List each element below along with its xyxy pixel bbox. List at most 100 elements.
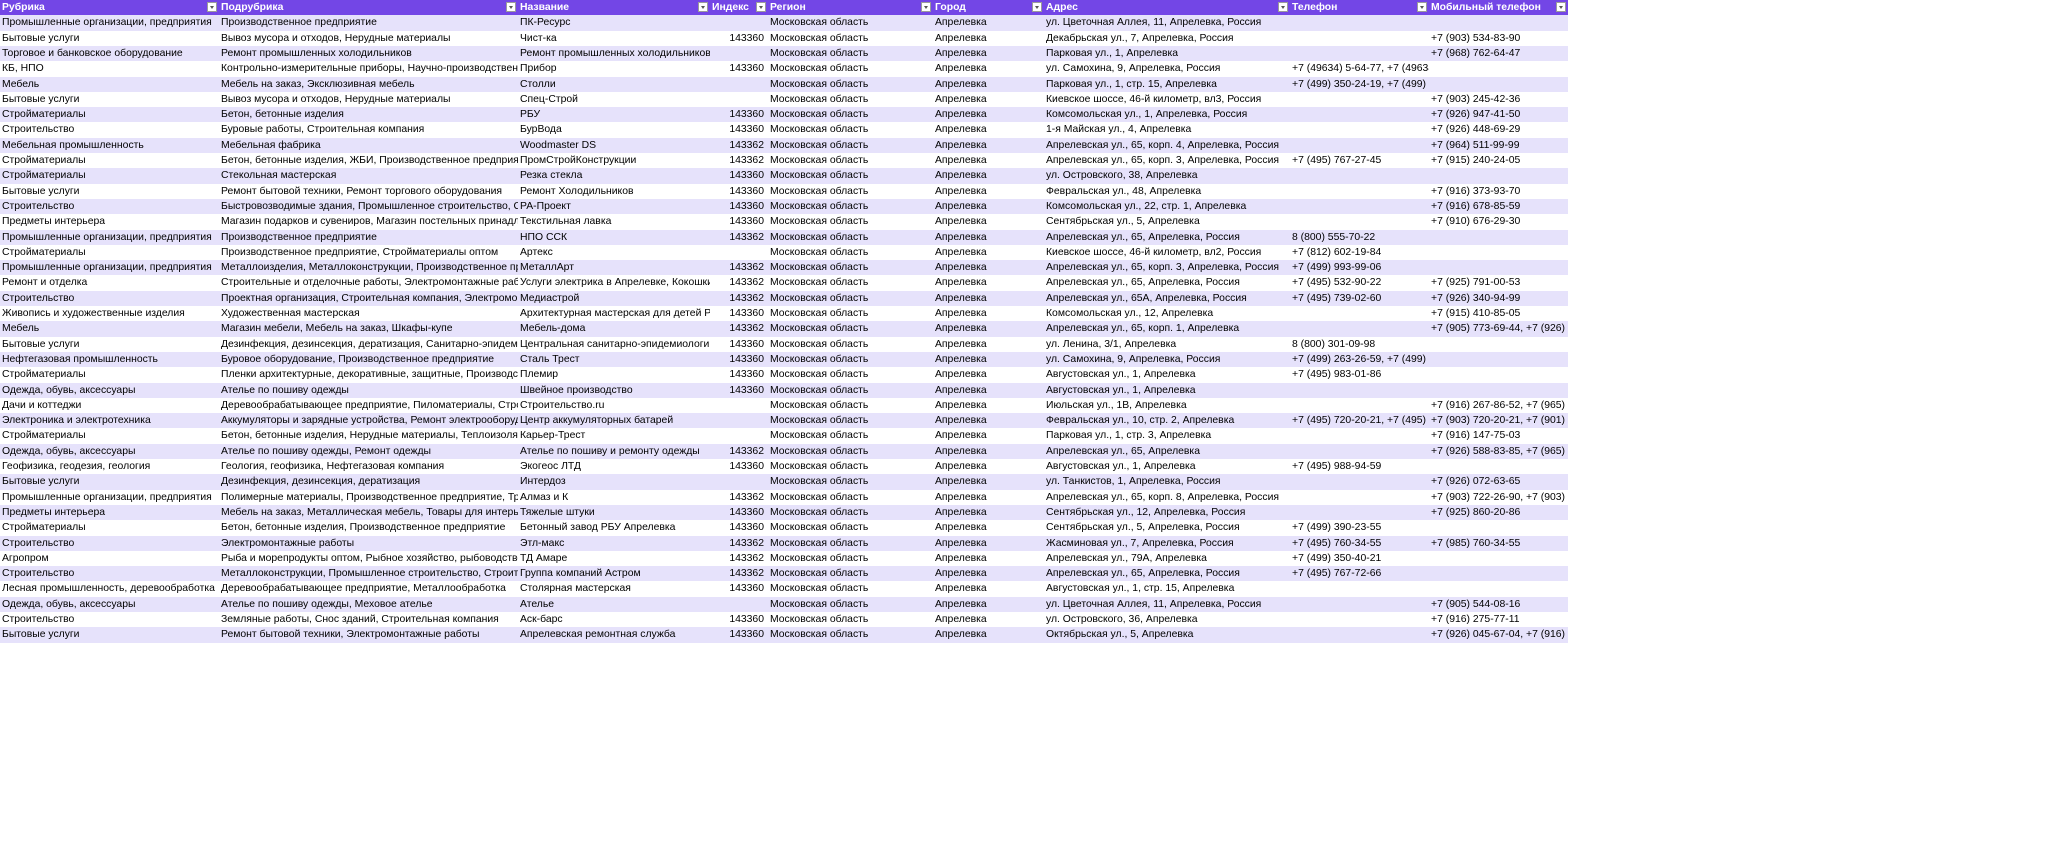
- cell-region[interactable]: Московская область: [768, 291, 933, 306]
- cell-region[interactable]: Московская область: [768, 612, 933, 627]
- cell-telefon[interactable]: [1290, 398, 1429, 413]
- cell-gorod[interactable]: Апрелевка: [933, 398, 1044, 413]
- cell-gorod[interactable]: Апрелевка: [933, 153, 1044, 168]
- cell-indeks[interactable]: 143362: [710, 444, 768, 459]
- cell-podrubrika[interactable]: Буровое оборудование, Производственное п…: [219, 352, 518, 367]
- cell-podrubrika[interactable]: Производственное предприятие: [219, 15, 518, 30]
- cell-indeks[interactable]: [710, 597, 768, 612]
- cell-region[interactable]: Московская область: [768, 398, 933, 413]
- cell-podrubrika[interactable]: Дезинфекция, дезинсекция, дератизация: [219, 474, 518, 489]
- cell-region[interactable]: Московская область: [768, 337, 933, 352]
- cell-telefon[interactable]: [1290, 505, 1429, 520]
- cell-gorod[interactable]: Апрелевка: [933, 260, 1044, 275]
- table-row[interactable]: Мебельная промышленность Мебельная фабрик…: [0, 137, 1568, 153]
- cell-nazvanie[interactable]: Ремонт Холодильников: [518, 184, 710, 199]
- cell-telefon[interactable]: 8 (800) 301-09-98: [1290, 337, 1429, 352]
- cell-rubrika[interactable]: Бытовые услуги: [0, 184, 219, 199]
- cell-adres[interactable]: Августовская ул., 1, Апрелевка: [1044, 367, 1290, 382]
- cell-indeks[interactable]: 143360: [710, 306, 768, 321]
- cell-nazvanie[interactable]: Сталь Трест: [518, 352, 710, 367]
- table-row[interactable]: Промышленные организации, предприятия Пол…: [0, 489, 1568, 505]
- cell-region[interactable]: Московская область: [768, 536, 933, 551]
- cell-telefon[interactable]: [1290, 138, 1429, 153]
- table-row[interactable]: Стройматериалы Пленки архитектурные, деко…: [0, 367, 1568, 383]
- cell-indeks[interactable]: 143360: [710, 505, 768, 520]
- cell-region[interactable]: Московская область: [768, 306, 933, 321]
- cell-rubrika[interactable]: Бытовые услуги: [0, 92, 219, 107]
- cell-podrubrika[interactable]: Контрольно-измерительные приборы, Научно…: [219, 61, 518, 76]
- cell-telefon[interactable]: [1290, 490, 1429, 505]
- cell-nazvanie[interactable]: Резка стекла: [518, 168, 710, 183]
- table-row[interactable]: Одежда, обувь, аксессуары Ателье по пошив…: [0, 443, 1568, 459]
- cell-nazvanie[interactable]: Ателье: [518, 597, 710, 612]
- table-row[interactable]: КБ, НПО Контрольно-измерительные приборы,…: [0, 61, 1568, 77]
- cell-gorod[interactable]: Апрелевка: [933, 275, 1044, 290]
- cell-mobilnyi-telefon[interactable]: +7 (926) 045-67-04, +7 (916) 21: [1429, 627, 1568, 642]
- cell-gorod[interactable]: Апрелевка: [933, 291, 1044, 306]
- cell-mobilnyi-telefon[interactable]: +7 (903) 534-83-90: [1429, 31, 1568, 46]
- filter-dropdown-icon[interactable]: [1417, 2, 1427, 12]
- cell-telefon[interactable]: +7 (495) 767-27-45: [1290, 153, 1429, 168]
- cell-indeks[interactable]: 143362: [710, 153, 768, 168]
- cell-adres[interactable]: ул. Самохина, 9, Апрелевка, Россия: [1044, 352, 1290, 367]
- cell-mobilnyi-telefon[interactable]: [1429, 459, 1568, 474]
- cell-telefon[interactable]: [1290, 107, 1429, 122]
- cell-podrubrika[interactable]: Ателье по пошиву одежды, Меховое ателье: [219, 597, 518, 612]
- table-row[interactable]: Ремонт и отделка Строительные и отделочны…: [0, 275, 1568, 291]
- column-header-gorod[interactable]: Город: [933, 0, 1044, 15]
- cell-indeks[interactable]: 143360: [710, 459, 768, 474]
- cell-gorod[interactable]: Апрелевка: [933, 581, 1044, 596]
- cell-indeks[interactable]: 143362: [710, 490, 768, 505]
- cell-mobilnyi-telefon[interactable]: [1429, 260, 1568, 275]
- cell-rubrika[interactable]: Живопись и художественные изделия: [0, 306, 219, 321]
- cell-gorod[interactable]: Апрелевка: [933, 352, 1044, 367]
- cell-adres[interactable]: ул. Островского, 38, Апрелевка: [1044, 168, 1290, 183]
- table-row[interactable]: Бытовые услуги Ремонт бытовой техники, Ре…: [0, 183, 1568, 199]
- cell-region[interactable]: Московская область: [768, 444, 933, 459]
- cell-nazvanie[interactable]: Карьер-Трест: [518, 428, 710, 443]
- cell-mobilnyi-telefon[interactable]: +7 (903) 245-42-36: [1429, 92, 1568, 107]
- cell-mobilnyi-telefon[interactable]: [1429, 367, 1568, 382]
- cell-rubrika[interactable]: Промышленные организации, предприятия: [0, 230, 219, 245]
- cell-telefon[interactable]: +7 (499) 390-23-55: [1290, 520, 1429, 535]
- cell-nazvanie[interactable]: Центр аккумуляторных батарей: [518, 413, 710, 428]
- cell-rubrika[interactable]: Нефтегазовая промышленность: [0, 352, 219, 367]
- cell-nazvanie[interactable]: Алмаз и К: [518, 490, 710, 505]
- cell-gorod[interactable]: Апрелевка: [933, 367, 1044, 382]
- cell-rubrika[interactable]: Строительство: [0, 291, 219, 306]
- cell-telefon[interactable]: +7 (499) 350-40-21: [1290, 551, 1429, 566]
- table-row[interactable]: Одежда, обувь, аксессуары Ателье по пошив…: [0, 382, 1568, 398]
- cell-telefon[interactable]: +7 (495) 983-01-86: [1290, 367, 1429, 382]
- cell-rubrika[interactable]: Бытовые услуги: [0, 31, 219, 46]
- cell-rubrika[interactable]: Стройматериалы: [0, 245, 219, 260]
- cell-telefon[interactable]: [1290, 444, 1429, 459]
- cell-indeks[interactable]: 143360: [710, 31, 768, 46]
- cell-mobilnyi-telefon[interactable]: +7 (916) 678-85-59: [1429, 199, 1568, 214]
- cell-mobilnyi-telefon[interactable]: [1429, 383, 1568, 398]
- cell-rubrika[interactable]: Строительство: [0, 536, 219, 551]
- cell-adres[interactable]: Февральская ул., 48, Апрелевка: [1044, 184, 1290, 199]
- cell-adres[interactable]: ул. Цветочная Аллея, 11, Апрелевка, Росс…: [1044, 15, 1290, 30]
- cell-telefon[interactable]: [1290, 383, 1429, 398]
- cell-mobilnyi-telefon[interactable]: +7 (968) 762-64-47: [1429, 46, 1568, 61]
- cell-indeks[interactable]: 143360: [710, 168, 768, 183]
- cell-region[interactable]: Московская область: [768, 551, 933, 566]
- cell-mobilnyi-telefon[interactable]: [1429, 566, 1568, 581]
- cell-adres[interactable]: 1-я Майская ул., 4, Апрелевка: [1044, 122, 1290, 137]
- cell-indeks[interactable]: 143362: [710, 138, 768, 153]
- cell-telefon[interactable]: +7 (499) 993-99-06: [1290, 260, 1429, 275]
- cell-rubrika[interactable]: Стройматериалы: [0, 367, 219, 382]
- cell-mobilnyi-telefon[interactable]: [1429, 245, 1568, 260]
- cell-gorod[interactable]: Апрелевка: [933, 428, 1044, 443]
- cell-indeks[interactable]: 143362: [710, 230, 768, 245]
- table-row[interactable]: Бытовые услуги Вывоз мусора и отходов, Не…: [0, 30, 1568, 46]
- cell-podrubrika[interactable]: Производственное предприятие: [219, 230, 518, 245]
- table-row[interactable]: Одежда, обувь, аксессуары Ателье по пошив…: [0, 596, 1568, 612]
- cell-adres[interactable]: Апрелевская ул., 65А, Апрелевка, Россия: [1044, 291, 1290, 306]
- cell-mobilnyi-telefon[interactable]: [1429, 168, 1568, 183]
- cell-mobilnyi-telefon[interactable]: [1429, 77, 1568, 92]
- cell-podrubrika[interactable]: Мебельная фабрика: [219, 138, 518, 153]
- cell-mobilnyi-telefon[interactable]: +7 (964) 511-99-99: [1429, 138, 1568, 153]
- cell-mobilnyi-telefon[interactable]: +7 (926) 340-94-99: [1429, 291, 1568, 306]
- cell-telefon[interactable]: [1290, 199, 1429, 214]
